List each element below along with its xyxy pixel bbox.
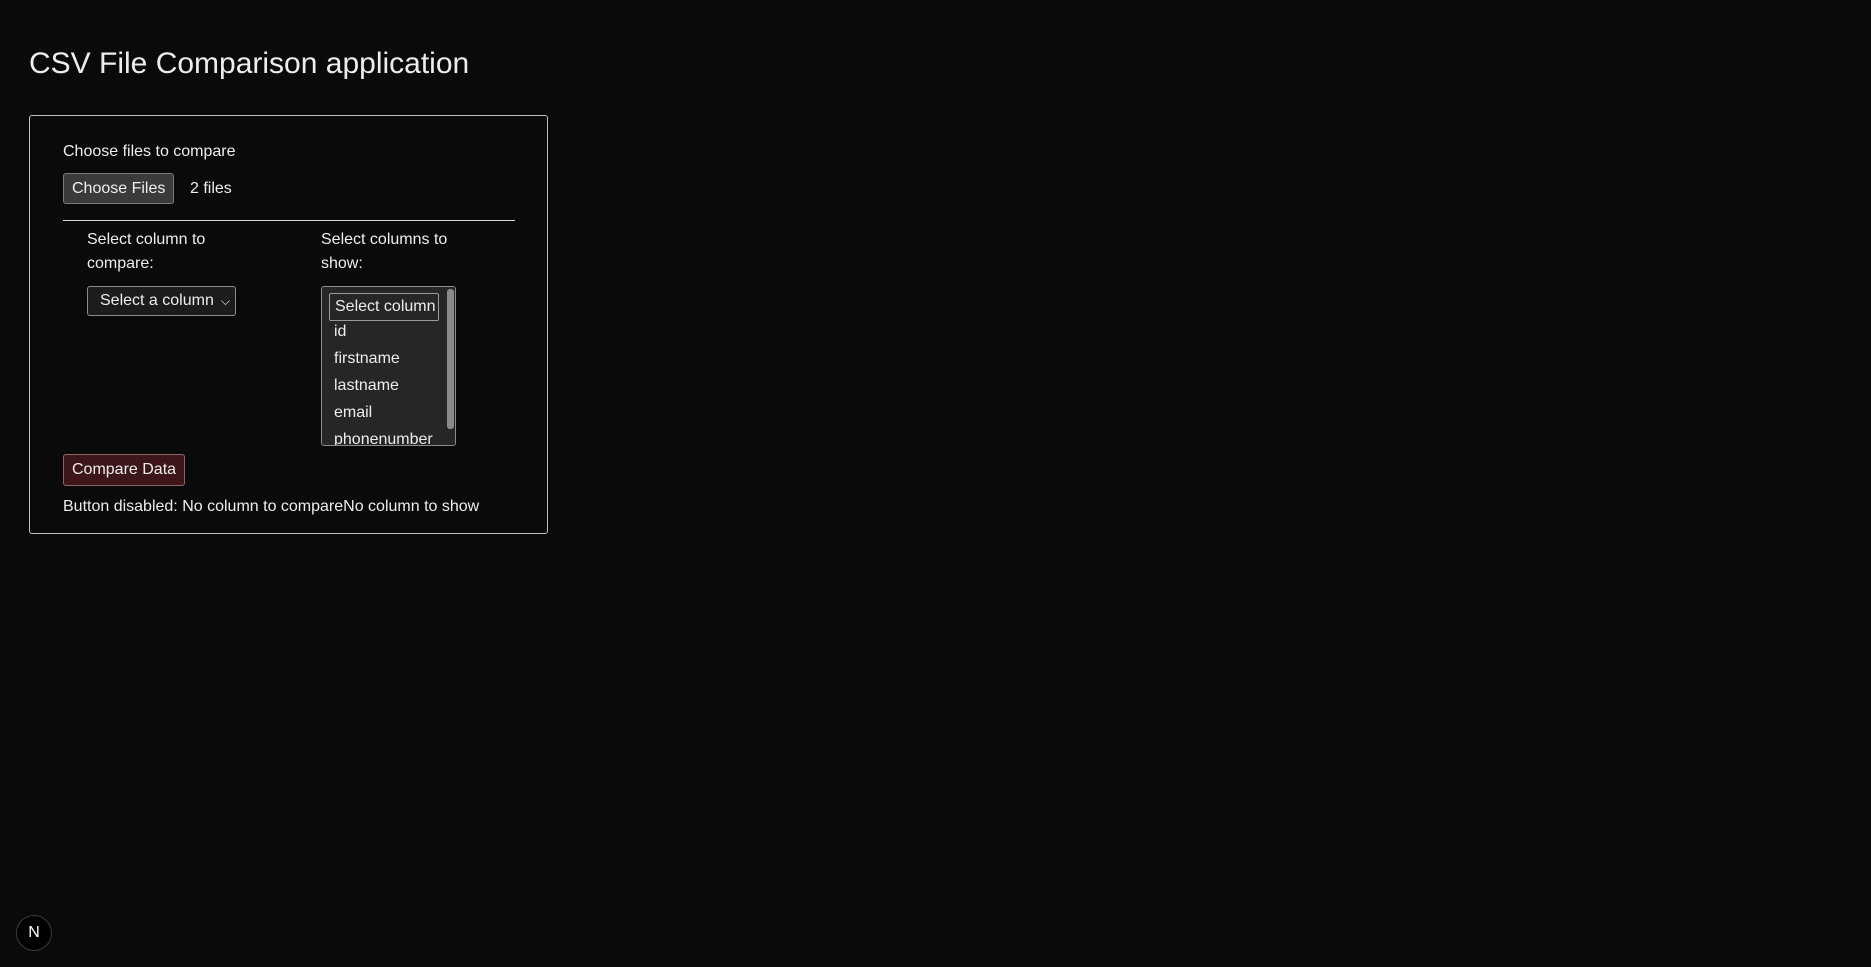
- listbox-scrollbar[interactable]: [446, 287, 455, 445]
- listbox-option[interactable]: lastname: [334, 376, 399, 396]
- chevron-down-icon: ⌵: [220, 294, 230, 308]
- comparison-panel: Choose files to compare Choose Files 2 f…: [29, 115, 548, 534]
- listbox-option[interactable]: id: [334, 322, 346, 342]
- listbox-option[interactable]: phonenumber: [334, 430, 433, 445]
- framework-badge-icon[interactable]: N: [16, 915, 52, 951]
- file-count-text: 2 files: [190, 180, 232, 197]
- listbox-option[interactable]: Select column: [329, 293, 439, 321]
- compare-column-selected-value: Select a column: [100, 292, 214, 309]
- compare-column-select[interactable]: Select a column ⌵: [87, 286, 236, 316]
- compare-data-button[interactable]: Compare Data: [63, 454, 186, 486]
- file-chooser-label: Choose files to compare: [63, 143, 236, 160]
- compare-column-label: Select column to compare:: [87, 231, 206, 272]
- page-title: CSV File Comparison application: [29, 47, 470, 80]
- choose-files-button[interactable]: Choose Files: [63, 173, 175, 204]
- show-columns-listbox[interactable]: Select column id firstname lastname emai…: [321, 286, 456, 446]
- show-columns-label: Select columns to show:: [321, 231, 448, 272]
- divider: [63, 220, 515, 221]
- listbox-option[interactable]: email: [334, 403, 372, 423]
- disabled-status-text: Button disabled: No column to compareNo …: [63, 498, 480, 515]
- scrollbar-thumb[interactable]: [447, 289, 454, 429]
- listbox-option[interactable]: firstname: [334, 349, 400, 369]
